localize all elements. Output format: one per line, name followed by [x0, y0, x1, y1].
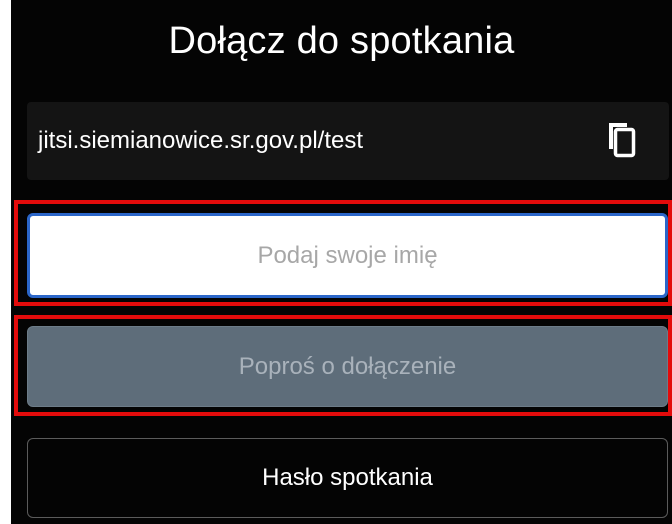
meeting-url-text: jitsi.siemianowice.sr.gov.pl/test: [38, 127, 364, 154]
copy-icon[interactable]: [605, 121, 637, 159]
meeting-url-box: jitsi.siemianowice.sr.gov.pl/test: [27, 102, 669, 180]
ask-to-join-button[interactable]: Poproś o dołączenie: [27, 326, 668, 407]
name-input[interactable]: [27, 213, 668, 298]
page-title: Dołącz do spotkania: [168, 20, 515, 62]
meeting-password-button[interactable]: Hasło spotkania: [27, 438, 668, 518]
